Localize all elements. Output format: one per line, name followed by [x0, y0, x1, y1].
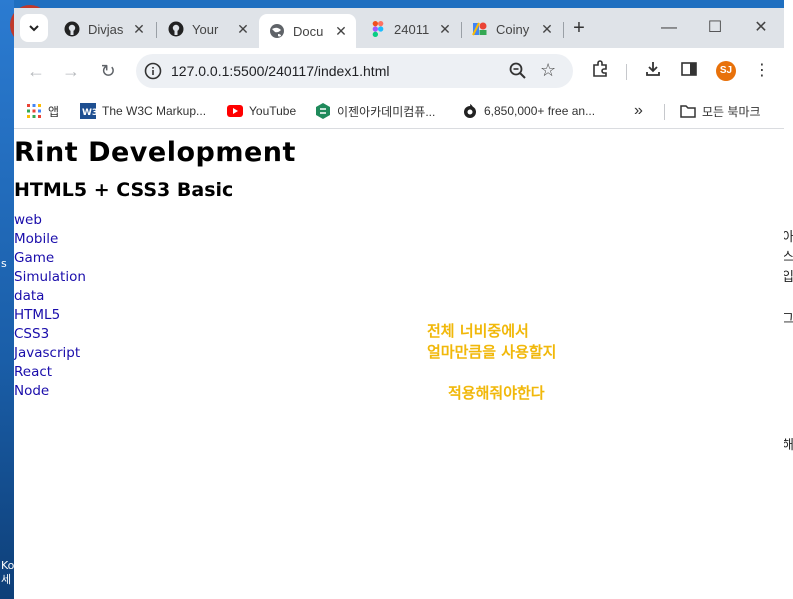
github-icon — [64, 21, 80, 37]
tab-separator — [156, 22, 157, 38]
page-viewport: Rint Development HTML5 + CSS3 Basic web … — [14, 129, 784, 599]
tab-title: Coiny — [496, 21, 530, 37]
menu-icon[interactable]: ⋮ — [751, 60, 773, 82]
tab-separator — [563, 22, 564, 38]
background-text-fragment: 그 — [784, 312, 793, 327]
figma-icon — [370, 21, 386, 37]
bookmark-freepik[interactable]: 6,850,000+ free an... — [462, 101, 595, 121]
tab-strip: Divjas ✕ Your ✕ Docu ✕ 24011 ✕ Coiny ✕ +… — [14, 8, 784, 48]
bookmark-ezen[interactable]: 이젠아카데미컴퓨... — [315, 101, 435, 121]
minimize-button[interactable]: — — [646, 16, 692, 40]
bookmark-label: The W3C Markup... — [102, 104, 207, 118]
yellow-note-line: 적용해줘야한다 — [448, 384, 545, 402]
tab-docu-active[interactable]: Docu ✕ — [259, 14, 356, 48]
background-window-edge: 아 스 입 그 해 — [784, 0, 793, 599]
nav-link-javascript[interactable]: Javascript — [14, 344, 86, 363]
tab-figma[interactable]: 24011 ✕ — [360, 14, 460, 44]
ezen-icon — [315, 103, 331, 119]
back-button[interactable]: ← — [23, 58, 49, 84]
bookmark-label: 6,850,000+ free an... — [484, 104, 596, 118]
page-title: Rint Development — [14, 137, 296, 168]
desktop-text-fragment: s — [1, 257, 7, 270]
close-icon[interactable]: ✕ — [332, 23, 350, 40]
forward-button[interactable]: → — [58, 58, 84, 84]
background-text-fragment: 입 — [784, 270, 793, 285]
bookmarks-bar: 앱 W3 The W3C Markup... YouTube 이젠아카데미컴퓨.… — [14, 94, 784, 129]
tab-title: 24011 — [394, 21, 430, 37]
bookmark-youtube[interactable]: YouTube — [227, 101, 296, 121]
nav-list: web Mobile Game Simulation data HTML5 CS… — [14, 211, 86, 401]
nav-link-game[interactable]: Game — [14, 249, 86, 268]
desktop-left-edge: s Ko 세 — [0, 0, 50, 599]
google-fonts-icon — [472, 21, 488, 37]
folder-icon — [680, 103, 696, 119]
close-icon[interactable]: ✕ — [538, 21, 556, 38]
globe-icon — [269, 23, 285, 39]
nav-link-css3[interactable]: CSS3 — [14, 325, 86, 344]
apps-grid-icon — [26, 103, 42, 119]
zoom-icon[interactable] — [508, 61, 528, 81]
nav-link-data[interactable]: data — [14, 287, 86, 306]
nav-link-react[interactable]: React — [14, 363, 86, 382]
bookmark-apps[interactable]: 앱 — [26, 101, 59, 121]
all-bookmarks-button[interactable]: 모든 북마크 — [680, 101, 761, 121]
nav-link-web[interactable]: web — [14, 211, 86, 230]
reload-button[interactable]: ↻ — [95, 58, 121, 84]
chevron-down-icon — [29, 25, 39, 32]
nav-link-html5[interactable]: HTML5 — [14, 306, 86, 325]
new-tab-button[interactable]: + — [568, 17, 590, 39]
side-panel-icon[interactable] — [678, 60, 700, 82]
nav-link-simulation[interactable]: Simulation — [14, 268, 86, 287]
close-window-button[interactable]: ✕ — [738, 16, 784, 40]
close-icon[interactable]: ✕ — [436, 21, 454, 38]
tab-divjas[interactable]: Divjas ✕ — [54, 14, 154, 44]
page-subtitle: HTML5 + CSS3 Basic — [14, 179, 234, 201]
desktop-text-fragment: Ko — [1, 559, 15, 572]
freepik-icon — [462, 103, 478, 119]
yellow-note: 전체 너비중에서 얼마만큼을 사용할지 — [427, 321, 556, 363]
extensions-icon[interactable] — [589, 60, 611, 82]
url-text[interactable]: 127.0.0.1:5500/240117/index1.html — [171, 63, 389, 79]
close-icon[interactable]: ✕ — [234, 21, 252, 38]
nav-link-mobile[interactable]: Mobile — [14, 230, 86, 249]
bookmark-label: 모든 북마크 — [702, 104, 761, 119]
tab-title: Your — [192, 21, 219, 37]
background-text-fragment: 아 — [784, 230, 793, 245]
note-line: 전체 너비중에서 — [427, 322, 529, 340]
bookmarks-separator — [664, 104, 665, 120]
address-bar[interactable]: 127.0.0.1:5500/240117/index1.html ☆ — [136, 54, 573, 88]
bookmark-label: YouTube — [249, 104, 297, 118]
tab-title: Divjas — [88, 21, 124, 37]
background-text-fragment: 해 — [784, 438, 793, 453]
download-icon[interactable] — [642, 60, 664, 82]
github-icon — [168, 21, 184, 37]
site-info-icon[interactable] — [144, 62, 162, 80]
background-text-fragment: 스 — [784, 250, 793, 265]
tab-your[interactable]: Your ✕ — [158, 14, 258, 44]
profile-avatar[interactable]: SJ — [716, 61, 736, 81]
bookmark-w3c[interactable]: W3 The W3C Markup... — [80, 101, 206, 121]
close-icon[interactable]: ✕ — [130, 21, 148, 38]
svg-text:W3: W3 — [82, 108, 96, 118]
tab-coiny[interactable]: Coiny ✕ — [462, 14, 562, 44]
note-line: 얼마만큼을 사용할지 — [427, 343, 557, 361]
browser-window: Divjas ✕ Your ✕ Docu ✕ 24011 ✕ Coiny ✕ +… — [14, 8, 784, 599]
bookmark-label: 앱 — [48, 104, 60, 119]
bookmark-star-icon[interactable]: ☆ — [540, 60, 556, 81]
nav-link-node[interactable]: Node — [14, 382, 86, 401]
youtube-icon — [227, 103, 243, 119]
bookmark-label: 이젠아카데미컴퓨... — [337, 104, 436, 119]
maximize-button[interactable]: ☐ — [692, 16, 738, 40]
desktop-text-fragment: 세 — [1, 573, 12, 586]
w3c-icon: W3 — [80, 103, 96, 119]
bookmarks-overflow-button[interactable]: » — [634, 101, 643, 121]
tab-search-button[interactable] — [20, 14, 48, 42]
toolbar-separator — [626, 64, 627, 80]
tab-title: Docu — [293, 23, 324, 39]
browser-toolbar: ← → ↻ 127.0.0.1:5500/240117/index1.html … — [14, 48, 784, 94]
